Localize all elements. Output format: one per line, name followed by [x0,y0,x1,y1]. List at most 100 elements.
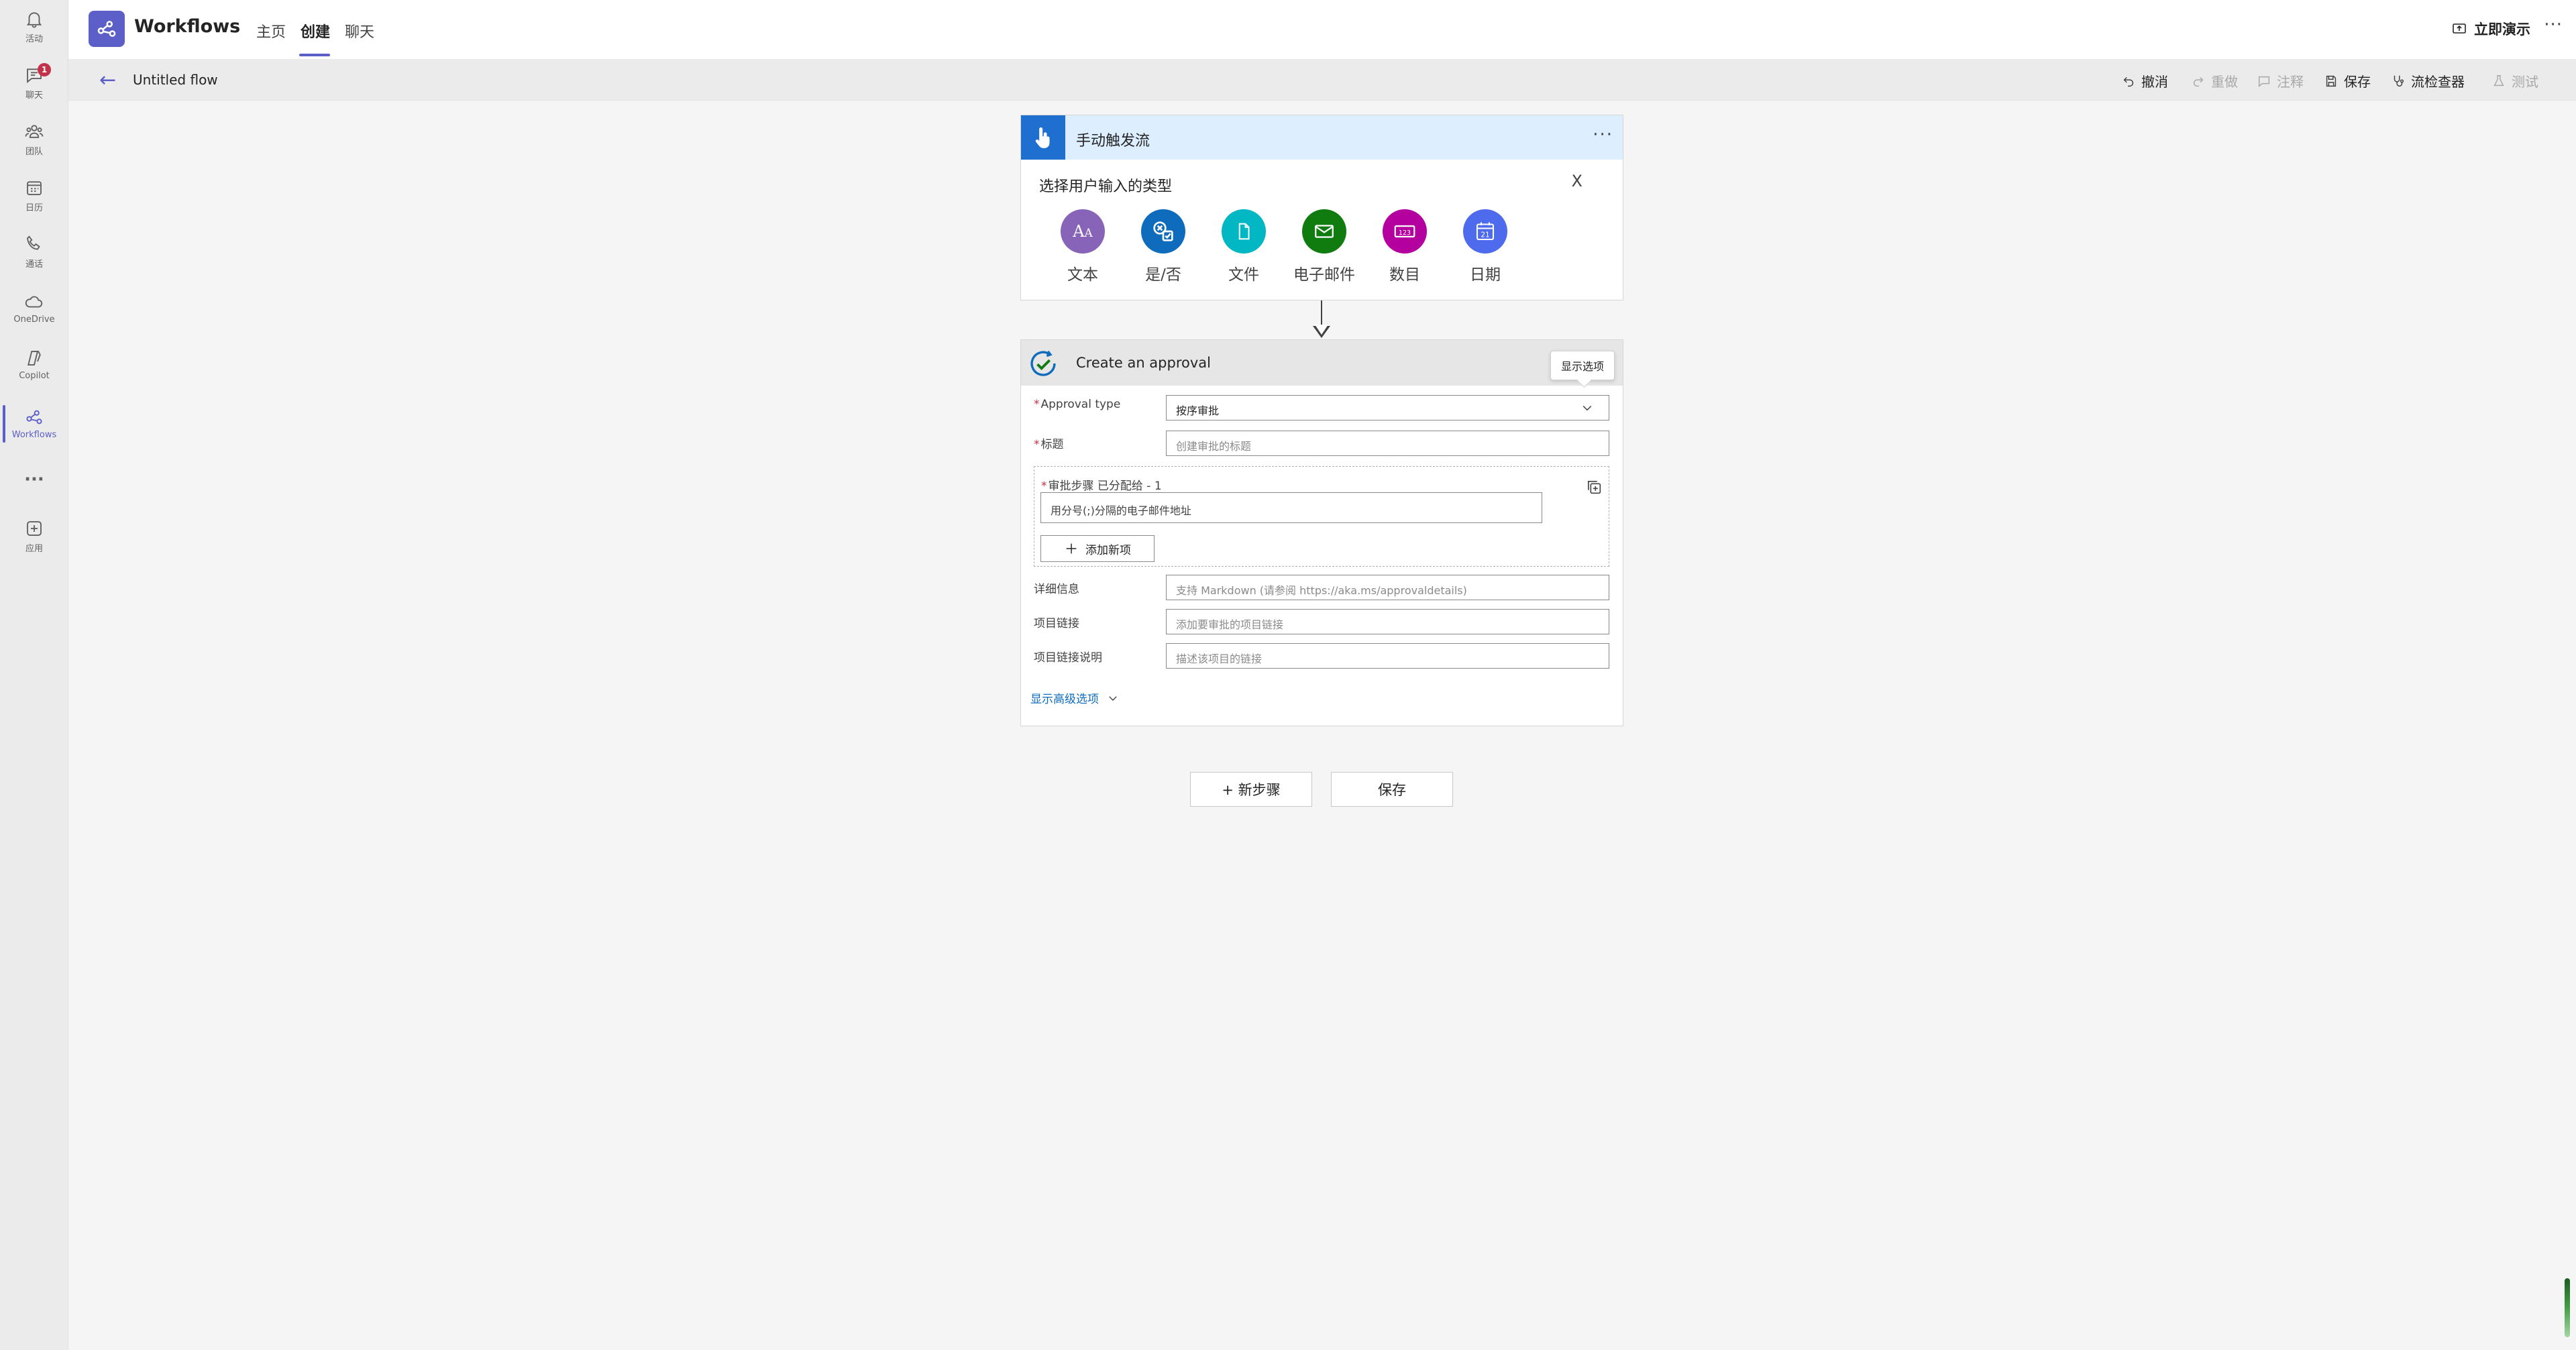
undo-icon [2123,76,2134,87]
details-label: 详细信息 [1034,583,1079,596]
rail-item-calendar[interactable]: 日历 [0,172,68,219]
rail-item-more[interactable]: ··· [0,456,68,503]
redo-label: 重做 [2211,74,2238,90]
input-type-label: 文件 [1228,266,1259,284]
input-type-date[interactable]: 21 日期 [1448,209,1522,284]
input-type-label: 数目 [1389,266,1420,284]
approval-card: Create an approval 显示选项 * Approval type 按… [1020,339,1623,726]
more-icon: ··· [24,469,44,490]
undo-button[interactable]: 撤消 [2121,71,2168,91]
tab-home[interactable]: 主页 [256,20,286,42]
present-now-button[interactable]: 立即演示 [2451,19,2530,39]
add-new-item-button[interactable]: 添加新项 [1040,535,1155,562]
trigger-card: 手动触发流 ··· 选择用户输入的类型 X AA 文本 是/否 文件 电子邮件 … [1020,115,1623,300]
trigger-more-icon[interactable]: ··· [1593,125,1613,145]
title-input[interactable]: 创建审批的标题 [1166,431,1609,456]
flow-toolbar: ← Untitled flow 撤消 重做 注释 保存 流检查器 测试 [68,59,2576,101]
copy-icon[interactable] [1585,477,1603,496]
new-step-button[interactable]: + 新步骤 [1190,772,1312,807]
plus-icon [1066,543,1077,554]
save-icon [2326,75,2337,87]
share-screen-icon [2453,23,2466,34]
input-type-yes-no[interactable]: 是/否 [1126,209,1200,284]
comment-button[interactable]: 注释 [2257,71,2304,91]
redo-button[interactable]: 重做 [2191,71,2238,91]
back-arrow-icon[interactable]: ← [99,68,116,92]
workflows-icon [26,410,42,424]
input-type-label: 是/否 [1145,266,1181,284]
approval-steps-label: * 审批步骤 已分配给 - 1 [1041,480,1162,493]
show-options-tooltip: 显示选项 [1550,351,1615,380]
rail-item-label: 团队 [25,146,43,157]
item-link-input[interactable]: 添加要审批的项目链接 [1166,609,1609,634]
save-toolbar-button[interactable]: 保存 [2324,71,2371,91]
app-title: Workflows [134,16,241,37]
add-apps-icon [27,520,42,536]
add-new-item-label: 添加新项 [1085,543,1131,557]
rail-item-label: 日历 [25,203,43,213]
touch-icon [1021,115,1065,160]
chevron-down-icon [1582,405,1592,411]
details-input[interactable]: 支持 Markdown (请参阅 https://aka.ms/approval… [1166,575,1609,600]
rail-item-label: 通话 [25,259,43,270]
approver-email-input[interactable]: 用分号(;)分隔的电子邮件地址 [1040,492,1542,523]
bell-icon [26,11,42,27]
rail-item-copilot[interactable]: Copilot [0,341,68,388]
unread-badge: 1 [38,63,51,76]
flask-icon [2493,74,2504,86]
item-link-label: 项目链接 [1034,617,1079,630]
test-button[interactable]: 测试 [2491,71,2538,91]
app-header: Workflows 主页 创建 聊天 立即演示 ··· [68,0,2576,59]
scrollbar-thumb[interactable] [2565,1278,2570,1337]
email-icon [1302,209,1346,254]
yes-no-icon [1141,209,1185,254]
input-type-file[interactable]: 文件 [1207,209,1281,284]
approval-type-select[interactable]: 按序审批 [1166,395,1609,420]
redo-icon [2193,76,2204,87]
approval-icon [1030,350,1056,376]
title-label: * 标题 [1034,438,1064,451]
test-label: 测试 [2512,74,2538,90]
app-rail: 活动 1 聊天 团队 日历 通话 OneDrive Copilot Workfl… [0,0,68,1350]
active-tab-indicator [299,54,330,56]
rail-item-label: Workflows [11,429,57,440]
tab-chat[interactable]: 聊天 [345,20,374,42]
rail-item-calls[interactable]: 通话 [0,228,68,275]
comment-label: 注释 [2277,74,2304,90]
trigger-title: 手动触发流 [1076,133,1150,150]
flow-checker-button[interactable]: 流检查器 [2391,71,2465,91]
approval-type-label: * Approval type [1034,398,1121,411]
save-button[interactable]: 保存 [1331,772,1453,807]
file-icon [1222,209,1266,254]
comment-icon [2258,76,2270,87]
input-type-number[interactable]: 123 数目 [1368,209,1442,284]
stethoscope-icon [2394,75,2404,87]
rail-item-teams[interactable]: 团队 [0,115,68,162]
rail-item-activity[interactable]: 活动 [0,3,68,50]
flow-checker-label: 流检查器 [2411,74,2465,90]
workflows-app-icon [89,11,125,47]
input-type-email[interactable]: 电子邮件 [1287,209,1361,284]
item-link-desc-input[interactable]: 描述该项目的链接 [1166,643,1609,669]
rail-item-onedrive[interactable]: OneDrive [0,284,68,331]
text-icon: AA [1061,209,1105,254]
rail-item-chat[interactable]: 1 聊天 [0,59,68,106]
svg-text:21: 21 [1481,231,1489,239]
present-now-label: 立即演示 [2474,21,2530,38]
phone-icon [27,235,40,249]
tab-create[interactable]: 创建 [301,20,330,42]
rail-item-apps[interactable]: 应用 [0,512,68,559]
approval-card-header[interactable]: Create an approval 显示选项 [1021,340,1623,386]
approval-title: Create an approval [1076,355,1211,371]
close-input-type-icon[interactable]: X [1572,172,1582,190]
copilot-icon [28,350,41,365]
rail-item-workflows[interactable]: Workflows [0,400,68,447]
cloud-icon [25,296,43,307]
input-type-text[interactable]: AA 文本 [1046,209,1120,284]
show-advanced-options-link[interactable]: 显示高级选项 [1030,689,1119,706]
more-options-icon[interactable]: ··· [2544,15,2563,35]
trigger-card-header[interactable]: 手动触发流 ··· [1021,115,1623,160]
approval-type-value: 按序审批 [1176,404,1220,417]
calendar-icon [27,180,42,195]
approval-steps-section: * 审批步骤 已分配给 - 1 用分号(;)分隔的电子邮件地址 添加新项 [1034,466,1609,567]
